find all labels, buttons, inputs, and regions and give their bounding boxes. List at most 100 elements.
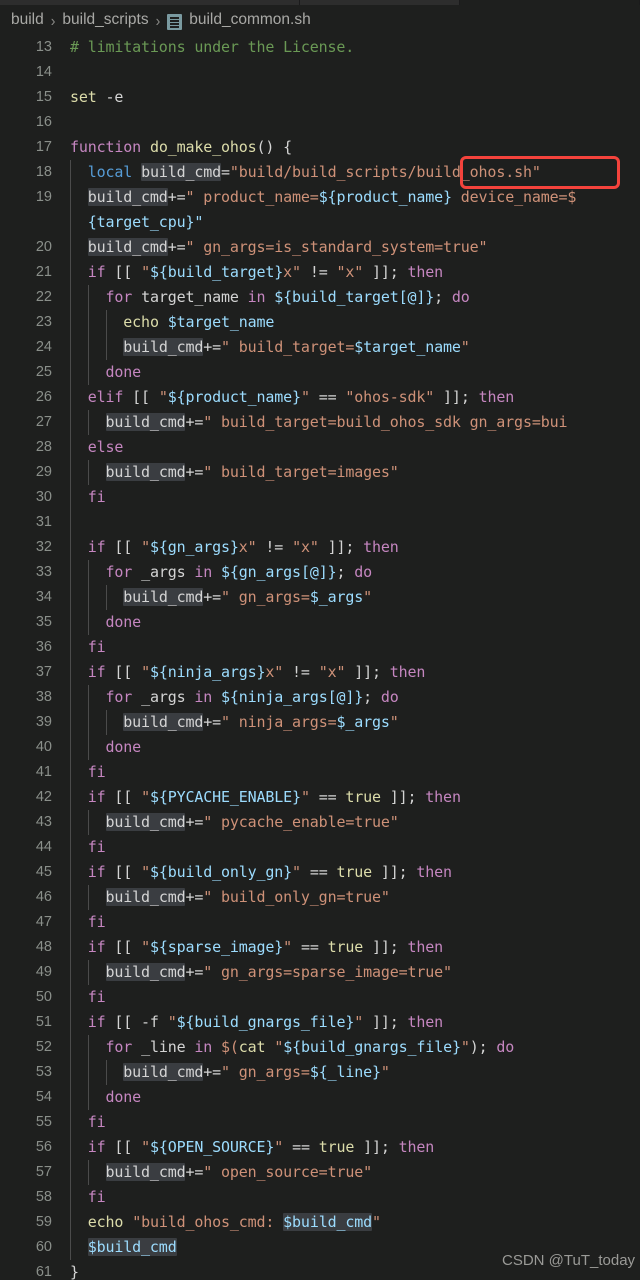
- code-text: fi: [70, 1185, 106, 1210]
- code-token: do: [380, 688, 399, 706]
- code-line[interactable]: 48 if [[ "${sparse_image}" == true ]]; t…: [0, 935, 640, 960]
- code-editor[interactable]: 13 # limitations under the License. 14 15 se…: [0, 35, 640, 1280]
- code-line[interactable]: 24 build_cmd+=" build_target=$target_nam…: [0, 335, 640, 360]
- code-line[interactable]: 49 build_cmd+=" gn_args=sparse_image=tru…: [0, 960, 640, 985]
- code-line[interactable]: 31: [0, 510, 640, 535]
- code-line[interactable]: 46 build_cmd+=" build_only_gn=true": [0, 885, 640, 910]
- code-text: echo $target_name: [70, 310, 274, 335]
- code-line[interactable]: 23 echo $target_name: [0, 310, 640, 335]
- breadcrumb[interactable]: build › build_scripts › build_common.sh: [0, 5, 640, 35]
- code-line[interactable]: 13 # limitations under the License.: [0, 35, 640, 60]
- code-line[interactable]: 14: [0, 60, 640, 85]
- code-text: if [[ "${PYCACHE_ENABLE}" == true ]]; th…: [70, 785, 461, 810]
- code-line[interactable]: 39 build_cmd+=" ninja_args=$_args": [0, 710, 640, 735]
- code-token: then: [478, 388, 515, 406]
- code-line[interactable]: 47 fi: [0, 910, 640, 935]
- code-token: ;: [434, 288, 452, 306]
- code-text: elif [[ "${product_name}" == "ohos-sdk" …: [70, 385, 514, 410]
- line-number: 32: [35, 539, 52, 555]
- code-line[interactable]: 45 if [[ "${build_only_gn}" == true ]]; …: [0, 860, 640, 885]
- code-line[interactable]: 16: [0, 110, 640, 135]
- code-token: ]];: [380, 788, 426, 806]
- line-number: 53: [35, 1064, 52, 1080]
- indent-guide: [70, 510, 71, 535]
- code-token: () {: [256, 138, 293, 156]
- line-number: 54: [35, 1089, 52, 1105]
- code-line[interactable]: 42 if [[ "${PYCACHE_ENABLE}" == true ]];…: [0, 785, 640, 810]
- code-token: fi: [87, 838, 106, 856]
- code-line[interactable]: 25 done: [0, 360, 640, 385]
- code-token: fi: [87, 913, 106, 931]
- code-line[interactable]: 57 build_cmd+=" open_source=true": [0, 1160, 640, 1185]
- line-number: 61: [35, 1264, 52, 1280]
- code-line[interactable]: 17 function do_make_ohos() {: [0, 135, 640, 160]
- code-line[interactable]: 15 set -e: [0, 85, 640, 110]
- code-line[interactable]: 58 fi: [0, 1185, 640, 1210]
- code-token: ${_line}: [309, 1063, 381, 1081]
- code-line[interactable]: 26 elif [[ "${product_name}" == "ohos-sd…: [0, 385, 640, 410]
- code-token: done: [105, 1088, 142, 1106]
- code-token: for: [105, 288, 133, 306]
- code-line[interactable]: 32 if [[ "${gn_args}x" != "x" ]]; then: [0, 535, 640, 560]
- code-token: build_cmd: [123, 338, 204, 356]
- code-line[interactable]: 40 done: [0, 735, 640, 760]
- code-line[interactable]: 20 build_cmd+=" gn_args=is_standard_syst…: [0, 235, 640, 260]
- code-token: cat: [238, 1038, 266, 1056]
- code-token: ": [371, 1213, 381, 1231]
- code-line[interactable]: {target_cpu}": [0, 210, 640, 235]
- code-line[interactable]: 50 fi: [0, 985, 640, 1010]
- breadcrumb-item-build[interactable]: build: [11, 11, 44, 29]
- line-number: 14: [35, 64, 52, 80]
- code-line[interactable]: 21 if [[ "${build_target}x" != "x" ]]; t…: [0, 260, 640, 285]
- breadcrumb-item-build-scripts[interactable]: build_scripts: [62, 11, 148, 29]
- code-line[interactable]: 27 build_cmd+=" build_target=build_ohos_…: [0, 410, 640, 435]
- code-line[interactable]: 56 if [[ "${OPEN_SOURCE}" == true ]]; th…: [0, 1135, 640, 1160]
- code-line[interactable]: 33 for _args in ${gn_args[@]}; do: [0, 560, 640, 585]
- code-line[interactable]: 51 if [[ -f "${build_gnargs_file}" ]]; t…: [0, 1010, 640, 1035]
- code-line[interactable]: 59 echo "build_ohos_cmd: $build_cmd": [0, 1210, 640, 1235]
- breadcrumb-item-build-common-sh[interactable]: build_common.sh: [189, 11, 310, 29]
- code-line[interactable]: 55 fi: [0, 1110, 640, 1135]
- code-text: if [[ -f "${build_gnargs_file}" ]]; then: [70, 1010, 443, 1035]
- code-line[interactable]: 37 if [[ "${ninja_args}x" != "x" ]]; the…: [0, 660, 640, 685]
- code-line[interactable]: 43 build_cmd+=" pycache_enable=true": [0, 810, 640, 835]
- code-token: -e: [96, 88, 124, 106]
- line-number: 16: [35, 114, 52, 130]
- code-line[interactable]: 36 fi: [0, 635, 640, 660]
- code-token: if: [87, 788, 106, 806]
- code-line[interactable]: 19 build_cmd+=" product_name=${product_n…: [0, 185, 640, 210]
- code-line[interactable]: 38 for _args in ${ninja_args[@]}; do: [0, 685, 640, 710]
- code-line[interactable]: 18 local build_cmd="build/build_scripts/…: [0, 160, 640, 185]
- code-line[interactable]: 35 done: [0, 610, 640, 635]
- line-number: 24: [35, 339, 52, 355]
- code-line[interactable]: 54 done: [0, 1085, 640, 1110]
- code-line[interactable]: 30 fi: [0, 485, 640, 510]
- code-token: "x": [336, 263, 364, 281]
- code-line[interactable]: 41 fi: [0, 760, 640, 785]
- code-text: set -e: [70, 85, 123, 110]
- code-token: ==: [283, 1138, 319, 1156]
- code-line[interactable]: 34 build_cmd+=" gn_args=$_args": [0, 585, 640, 610]
- code-token: then: [425, 788, 461, 806]
- code-line[interactable]: 28 else: [0, 435, 640, 460]
- code-token: [[: [105, 938, 142, 956]
- code-token: " build_target=images": [203, 463, 399, 481]
- line-number: 44: [35, 839, 52, 855]
- code-line[interactable]: 22 for target_name in ${build_target[@]}…: [0, 285, 640, 310]
- code-line[interactable]: 29 build_cmd+=" build_target=images": [0, 460, 640, 485]
- code-line[interactable]: 53 build_cmd+=" gn_args=${_line}": [0, 1060, 640, 1085]
- code-line[interactable]: 44 fi: [0, 835, 640, 860]
- code-text: for _line in $(cat "${build_gnargs_file}…: [70, 1035, 515, 1060]
- line-number: 15: [35, 89, 52, 105]
- code-line[interactable]: 52 for _line in $(cat "${build_gnargs_fi…: [0, 1035, 640, 1060]
- code-token: ==: [309, 788, 346, 806]
